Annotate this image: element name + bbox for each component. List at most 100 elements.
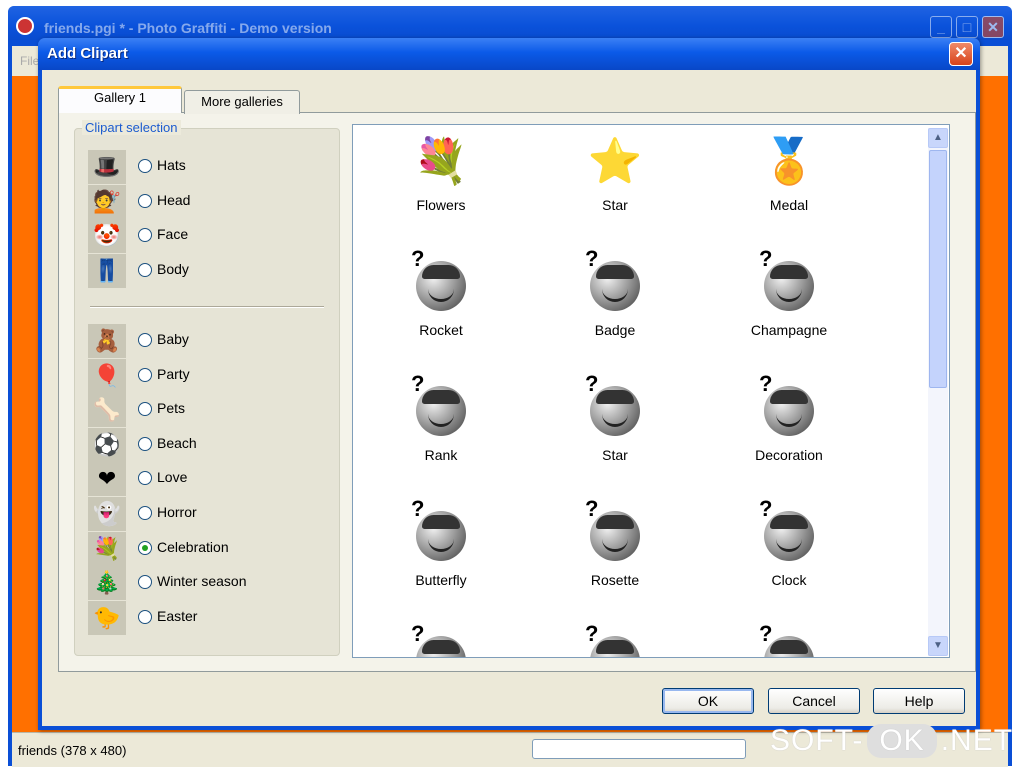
clipart-name: Star <box>602 447 628 463</box>
clipart-name: Medal <box>769 197 809 213</box>
unknown-clipart-icon: ? <box>759 621 817 657</box>
ghost-icon: 👻 <box>88 497 126 531</box>
clipart-name: Decoration <box>755 447 823 463</box>
clipart-item[interactable]: ? Decoration <box>709 371 869 491</box>
clipart-name: Star <box>602 197 628 213</box>
hat-icon: 🎩 <box>88 150 126 184</box>
unknown-clipart-icon: ? <box>585 371 643 441</box>
dialog-title-bar[interactable]: Add Clipart ✕ <box>38 38 980 70</box>
minimize-icon[interactable]: _ <box>930 16 952 38</box>
radio-button[interactable] <box>138 367 152 382</box>
site-watermark: SOFT- OK .NET <box>770 724 1014 758</box>
clipart-item[interactable]: ? Butterfly <box>361 496 521 616</box>
radio-label[interactable]: Horror <box>157 504 197 520</box>
clipart-name: Clock <box>771 572 807 588</box>
clipart-item[interactable]: 💐 Flowers <box>361 131 521 241</box>
clipart-item-partial[interactable]: ? <box>361 621 521 657</box>
radio-button[interactable] <box>138 193 152 208</box>
radio-label[interactable]: Celebration <box>157 539 229 555</box>
clipart-item[interactable]: ? Clock <box>709 496 869 616</box>
hair-icon: 💇 <box>88 184 126 219</box>
clipart-name: Rosette <box>590 572 640 588</box>
status-image-size: friends (378 x 480) <box>18 743 127 758</box>
unknown-clipart-icon: ? <box>411 371 469 441</box>
unknown-clipart-icon: ? <box>411 621 469 657</box>
star-icon: ⭐ <box>587 137 643 186</box>
radio-label[interactable]: Head <box>157 192 190 208</box>
scroll-up-icon[interactable]: ▲ <box>928 128 948 148</box>
unknown-clipart-icon: ? <box>411 246 469 316</box>
unknown-clipart-icon: ? <box>759 246 817 316</box>
clipart-item[interactable]: ? Rosette <box>535 496 695 616</box>
radio-label[interactable]: Hats <box>157 157 186 173</box>
clipart-name: Champagne <box>750 322 828 338</box>
dialog-close-icon[interactable]: ✕ <box>949 42 973 66</box>
clipart-item[interactable]: ? Rocket <box>361 246 521 366</box>
radio-button[interactable] <box>138 262 152 277</box>
app-icon <box>16 17 34 35</box>
clipart-item[interactable]: ⭐ Star <box>535 131 695 241</box>
cancel-button[interactable]: Cancel <box>768 688 860 714</box>
clipart-item-partial[interactable]: ? <box>709 621 869 657</box>
radio-label[interactable]: Baby <box>157 331 189 347</box>
clipart-list[interactable]: 💐 Flowers ⭐ Star 🏅 Medal? Rocket? Badge? Champag… <box>352 124 950 658</box>
radio-label[interactable]: Winter season <box>157 573 246 589</box>
clipart-selection-label: Clipart selection <box>82 120 181 135</box>
unknown-clipart-icon: ? <box>411 496 469 566</box>
radio-button[interactable] <box>138 159 152 173</box>
heart-icon: ❤ <box>88 462 126 497</box>
radio-label[interactable]: Face <box>157 226 188 242</box>
jeans-icon: 👖 <box>88 253 126 288</box>
clown-nose-icon: 🤡 <box>88 219 126 254</box>
christmas-tree-icon: 🎄 <box>88 566 126 601</box>
chick-icon: 🐤 <box>88 600 126 635</box>
radio-button[interactable] <box>138 506 152 520</box>
clipart-name: Butterfly <box>415 572 467 588</box>
beach-ball-icon: ⚽ <box>88 427 126 462</box>
clipart-item[interactable]: ? Badge <box>535 246 695 366</box>
radio-label[interactable]: Beach <box>157 435 197 451</box>
ok-button[interactable]: OK <box>662 688 754 714</box>
medal-icon: 🏅 <box>761 137 817 186</box>
radio-label[interactable]: Party <box>157 366 190 382</box>
unknown-clipart-icon: ? <box>585 496 643 566</box>
clipart-name: Flowers <box>416 197 466 213</box>
background-window-title: friends.pgi * - Photo Graffiti - Demo ve… <box>44 20 332 36</box>
dialog-title: Add Clipart <box>47 45 128 62</box>
bone-icon: 🦴 <box>88 393 126 428</box>
scroll-down-icon[interactable]: ▼ <box>928 636 948 656</box>
clipart-name: Badge <box>594 322 636 338</box>
balloon-icon: 🎈 <box>88 358 126 393</box>
clipart-scrollbar[interactable]: ▲ ▼ <box>928 128 948 656</box>
menu-file[interactable]: File <box>20 54 39 68</box>
tab-more-galleries[interactable]: More galleries <box>184 90 300 114</box>
radio-button[interactable] <box>138 609 152 624</box>
radio-button[interactable] <box>138 436 152 451</box>
clipart-item[interactable]: 🏅 Medal <box>709 131 869 241</box>
help-button[interactable]: Help <box>873 688 965 714</box>
maximize-icon[interactable]: □ <box>956 16 978 38</box>
category-separator <box>90 306 324 308</box>
clipart-item-partial[interactable]: ? <box>535 621 695 657</box>
clipart-item[interactable]: ? Star <box>535 371 695 491</box>
bouquet-icon: 💐 <box>88 531 126 566</box>
unknown-clipart-icon: ? <box>585 621 643 657</box>
scrollbar-thumb[interactable] <box>929 150 947 388</box>
radio-label[interactable]: Body <box>157 261 189 277</box>
tab-gallery-1[interactable]: Gallery 1 <box>58 86 182 113</box>
unknown-clipart-icon: ? <box>585 246 643 316</box>
clipart-item[interactable]: ? Champagne <box>709 246 869 366</box>
clipart-name: Rocket <box>419 322 463 338</box>
unknown-clipart-icon: ? <box>759 496 817 566</box>
radio-label[interactable]: Love <box>157 469 187 485</box>
teddy-bear-icon: 🧸 <box>88 324 126 358</box>
clipart-name: Rank <box>424 447 458 463</box>
clipart-item[interactable]: ? Rank <box>361 371 521 491</box>
radio-label[interactable]: Pets <box>157 400 185 416</box>
close-icon[interactable]: ✕ <box>982 16 1004 38</box>
radio-button[interactable] <box>138 333 152 347</box>
unknown-clipart-icon: ? <box>759 371 817 441</box>
flowers-icon: 💐 <box>413 137 469 186</box>
radio-label[interactable]: Easter <box>157 608 197 624</box>
radio-button[interactable] <box>138 540 152 555</box>
